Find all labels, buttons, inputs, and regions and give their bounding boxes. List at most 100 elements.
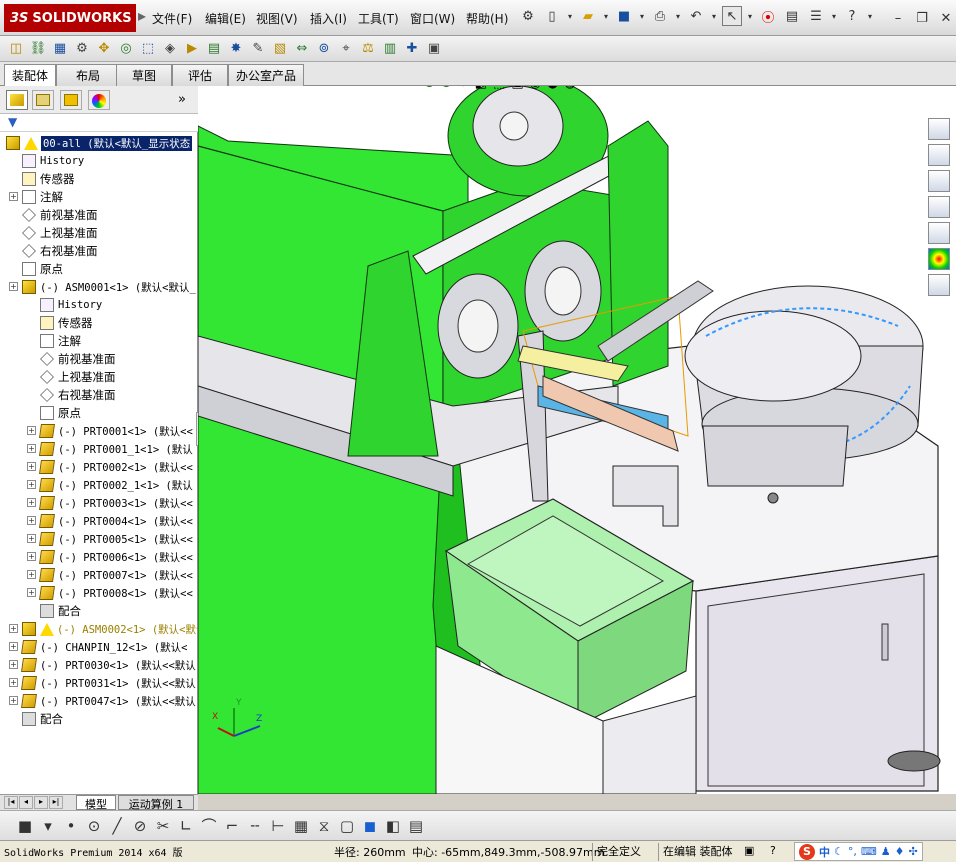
clearance-verification-icon[interactable]: ⇔ (292, 38, 312, 58)
new-document-icon[interactable]: ▯ (542, 6, 562, 26)
ime-shirt-icon[interactable]: ♦ (895, 845, 905, 858)
tree-item[interactable]: 原点 (40, 404, 81, 422)
shaded-icon[interactable]: ◼ (361, 817, 379, 835)
property-manager-tab-icon[interactable] (32, 90, 54, 110)
tree-item[interactable]: (-) PRT0006<1> (默认<< (39, 548, 193, 566)
close-icon[interactable]: ✕ (936, 8, 956, 28)
exploded-view-icon[interactable]: ✸ (226, 38, 246, 58)
tree-item[interactable]: (-) PRT0001_1<1> (默认 (39, 440, 193, 458)
expand-toggle-icon[interactable]: + (27, 588, 36, 597)
grid-icon[interactable]: ▦ (292, 817, 310, 835)
tree-item[interactable]: (-) PRT0003<1> (默认<< (39, 494, 193, 512)
solidworks-logo[interactable]: 3S SOLIDWORKS (4, 4, 136, 32)
menu-item-6[interactable]: 帮助(H) (466, 10, 508, 27)
table-icon[interactable]: ▤ (407, 817, 425, 835)
file-properties-icon[interactable]: ▤ (782, 6, 802, 26)
restore-icon[interactable]: ❐ (912, 8, 932, 28)
ime-tools-icon[interactable]: ✣ (909, 845, 918, 858)
fillet-icon[interactable]: ⌒ (200, 815, 218, 836)
help-dropdown-icon[interactable]: ▾ (866, 6, 874, 26)
solidworks-resources-icon[interactable] (928, 118, 950, 140)
tree-item[interactable]: 右视基准面 (40, 386, 116, 404)
rebuild-status-icon[interactable]: ▣ (744, 844, 754, 857)
expand-toggle-icon[interactable]: + (9, 624, 18, 633)
tab-3[interactable]: 评估 (172, 64, 228, 86)
expand-toggle-icon[interactable]: + (27, 552, 36, 561)
options-list-icon[interactable]: ☰ (806, 6, 826, 26)
expand-toggle-icon[interactable]: + (27, 462, 36, 471)
expand-toggle-icon[interactable]: + (27, 426, 36, 435)
print-icon[interactable]: ⎙ (650, 6, 670, 26)
prev-tab-arrow-icon[interactable]: ◂ (19, 796, 33, 809)
menu-item-0[interactable]: 文件(F) (152, 10, 192, 27)
construction-line-icon[interactable]: ╌ (246, 817, 264, 835)
design-library-icon[interactable] (928, 170, 950, 192)
undo-dropdown-icon[interactable]: ▾ (710, 6, 718, 26)
model-tab-0[interactable]: 模型 (76, 795, 116, 811)
options-icon[interactable]: ⚙ (518, 6, 538, 26)
expand-toggle-icon[interactable]: + (9, 678, 18, 687)
apply-scene-icon[interactable]: ◍ (564, 86, 575, 91)
wireframe-icon[interactable]: ▢ (338, 817, 356, 835)
tree-item[interactable]: 前视基准面 (22, 206, 98, 224)
assembly-visualization-icon[interactable]: ▥ (380, 38, 400, 58)
ime-user-icon[interactable]: ♟ (881, 845, 891, 858)
tree-item[interactable]: 右视基准面 (22, 242, 98, 260)
filter-funnel-icon[interactable]: ▼ (8, 115, 17, 129)
tree-item[interactable]: (-) PRT0004<1> (默认<< (39, 512, 193, 530)
point-icon[interactable]: • (62, 817, 80, 835)
polygon-icon[interactable]: ⊘ (131, 817, 149, 835)
expand-toggle-icon[interactable]: + (27, 480, 36, 489)
snapshot-icon[interactable]: ▣ (424, 38, 444, 58)
new-motion-study-icon[interactable]: ▶ (182, 38, 202, 58)
mate-icon[interactable]: ⛓ (28, 38, 48, 58)
view-settings-icon[interactable]: ▭ (582, 86, 594, 91)
edit-appearance-icon[interactable]: ● (547, 86, 558, 91)
tab-0[interactable]: 装配体 (4, 64, 56, 86)
move-component-icon[interactable]: ✥ (94, 38, 114, 58)
display-pane-icon[interactable]: ◧ (384, 817, 402, 835)
trim-icon[interactable]: ✂ (154, 817, 172, 835)
corner-rectangle-icon[interactable]: ⌐ (223, 817, 241, 835)
new-dropdown-icon[interactable]: ▾ (566, 6, 574, 26)
save-icon[interactable]: ■ (614, 6, 634, 26)
help-icon[interactable]: ? (842, 6, 862, 26)
configuration-manager-tab-icon[interactable] (60, 90, 82, 110)
first-tab-arrow-icon[interactable]: |◂ (4, 796, 18, 809)
tree-item[interactable]: (-) ASM0002<1> (默认<默认_ (22, 620, 198, 638)
measure-icon[interactable]: ⌖ (336, 38, 356, 58)
file-explorer-icon[interactable] (928, 196, 950, 218)
tree-item[interactable]: History (22, 152, 84, 170)
expand-toggle-icon[interactable]: + (9, 696, 18, 705)
pin-menu-icon[interactable]: ▸ (138, 6, 146, 25)
tab-4[interactable]: 办公室产品 (228, 64, 304, 86)
undo-icon[interactable]: ↶ (686, 6, 706, 26)
rebuild-traffic-light-icon[interactable]: ⦿ (758, 6, 778, 26)
open-dropdown-icon[interactable]: ▾ (602, 6, 610, 26)
tree-item[interactable]: (-) PRT0005<1> (默认<< (39, 530, 193, 548)
select-cursor-icon[interactable]: ↖ (722, 6, 742, 26)
tree-item[interactable]: 注解 (22, 188, 63, 206)
tree-item[interactable]: 上视基准面 (22, 224, 98, 242)
save-dropdown-small-icon[interactable]: ▾ (39, 817, 57, 835)
expand-toggle-icon[interactable]: + (27, 516, 36, 525)
appearances-icon[interactable] (928, 248, 950, 270)
mirror-icon[interactable]: ⧖ (315, 817, 333, 835)
tree-item[interactable]: (-) PRT0030<1> (默认<<默认 (21, 656, 196, 674)
expand-toggle-icon[interactable]: + (9, 192, 18, 201)
expand-toggle-icon[interactable]: + (27, 570, 36, 579)
mass-properties-icon[interactable]: ⚖ (358, 38, 378, 58)
model-tab-1[interactable]: 运动算例 1 (118, 795, 194, 811)
insert-component-icon[interactable]: ◫ (6, 38, 26, 58)
expand-panel-icon[interactable]: » (178, 92, 186, 107)
minimize-icon[interactable]: – (888, 8, 908, 28)
line-icon[interactable]: ╱ (108, 817, 126, 835)
tree-item[interactable]: 上视基准面 (40, 368, 116, 386)
expand-toggle-icon[interactable]: + (27, 444, 36, 453)
graphics-viewport[interactable]: X Y Z ⊕ ⊛ ↺ ◧ ⬚ ▣ ◉ ● ◍ ▭ ◫ ◫ ❐ ✕ (198, 86, 956, 794)
tree-item[interactable]: (-) CHANPIN_12<1> (默认< (21, 638, 187, 656)
units-icon[interactable]: ? (770, 844, 776, 857)
linear-pattern-icon[interactable]: ▦ (50, 38, 70, 58)
tree-item[interactable]: (-) PRT0007<1> (默认<< (39, 566, 193, 584)
tree-item[interactable]: (-) PRT0031<1> (默认<<默认 (21, 674, 196, 692)
